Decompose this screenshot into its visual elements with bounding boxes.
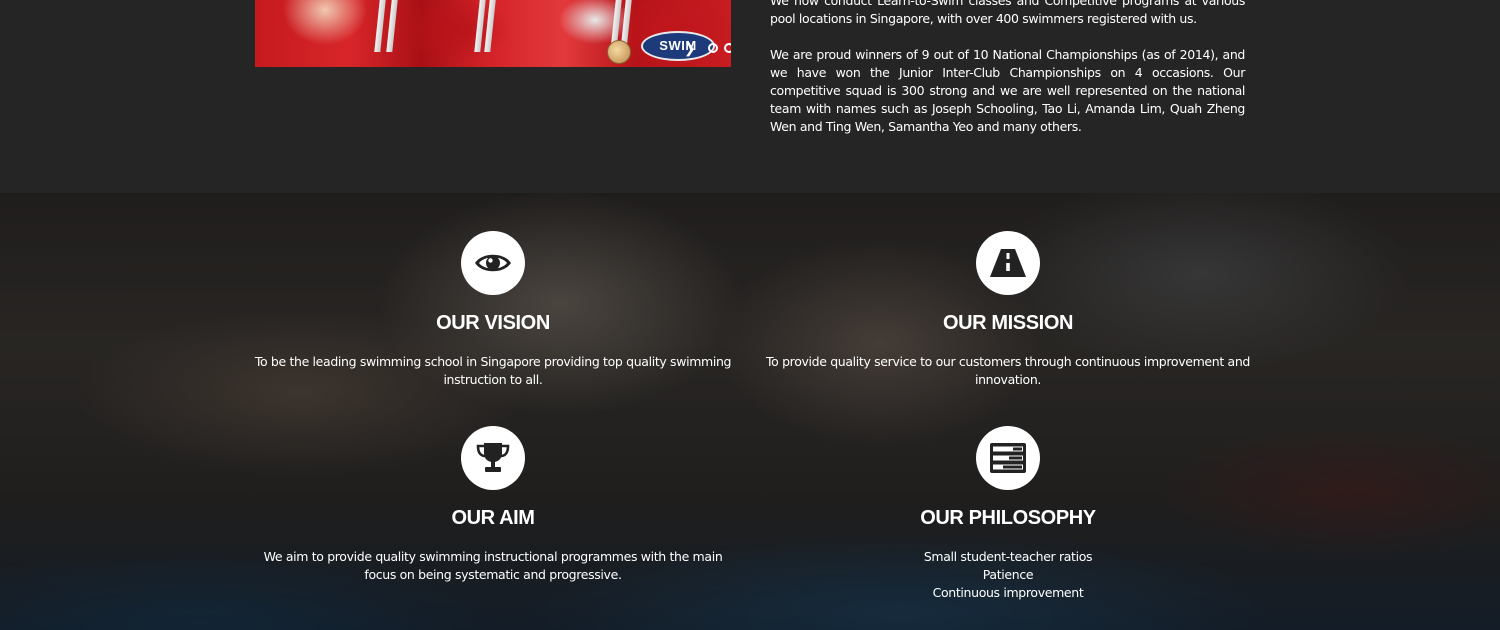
medal-ribbon bbox=[484, 0, 496, 52]
aim-card: OUR AIM We aim to provide quality swimmi… bbox=[248, 426, 738, 584]
philosophy-card: OUR PHILOSOPHY Small student-teacher rat… bbox=[763, 426, 1253, 602]
aim-title: OUR AIM bbox=[451, 507, 535, 529]
philosophy-icon-circle bbox=[976, 426, 1040, 490]
photo-slider[interactable]: SWIM FAST ❯ bbox=[255, 0, 731, 67]
mission-title: OUR MISSION bbox=[942, 312, 1074, 334]
slider-dot[interactable] bbox=[723, 43, 731, 53]
road-icon bbox=[990, 249, 1026, 277]
mission-icon-circle bbox=[976, 231, 1040, 295]
slider-controls: ❯ bbox=[684, 40, 731, 56]
about-section: SWIM FAST ❯ We now conduct Learn-to-Swim… bbox=[0, 0, 1500, 193]
mission-text: To provide quality service to our custom… bbox=[766, 354, 1250, 387]
vision-title: OUR VISION bbox=[436, 312, 550, 334]
vision-card: OUR VISION To be the leading swimming sc… bbox=[248, 231, 738, 389]
values-section: OUR VISION To be the leading swimming sc… bbox=[0, 193, 1500, 630]
medal bbox=[607, 40, 631, 64]
philosophy-line: Patience bbox=[982, 567, 1034, 582]
aim-icon-circle bbox=[461, 426, 525, 490]
about-paragraph-2: We are proud winners of 9 out of 10 Nati… bbox=[770, 47, 1245, 134]
aim-text: We aim to provide quality swimming instr… bbox=[263, 549, 723, 582]
vision-icon-circle bbox=[461, 231, 525, 295]
medal-ribbon bbox=[374, 0, 386, 52]
trophy-icon bbox=[476, 443, 510, 472]
about-paragraph-1: We now conduct Learn-to-Swim classes and… bbox=[770, 0, 1245, 26]
slider-dot[interactable] bbox=[707, 43, 718, 53]
philosophy-line: Continuous improvement bbox=[932, 585, 1084, 600]
medal-ribbon bbox=[386, 0, 398, 52]
philosophy-text: Small student-teacher ratios Patience Co… bbox=[763, 548, 1253, 602]
chevron-right-icon[interactable]: ❯ bbox=[684, 40, 696, 56]
tasks-icon bbox=[990, 443, 1026, 473]
about-text: We now conduct Learn-to-Swim classes and… bbox=[770, 0, 1245, 154]
philosophy-line: Small student-teacher ratios bbox=[923, 549, 1093, 564]
vision-text: To be the leading swimming school in Sin… bbox=[254, 354, 732, 387]
mission-card: OUR MISSION To provide quality service t… bbox=[763, 231, 1253, 389]
eye-icon bbox=[475, 254, 511, 272]
philosophy-title: OUR PHILOSOPHY bbox=[920, 507, 1096, 529]
